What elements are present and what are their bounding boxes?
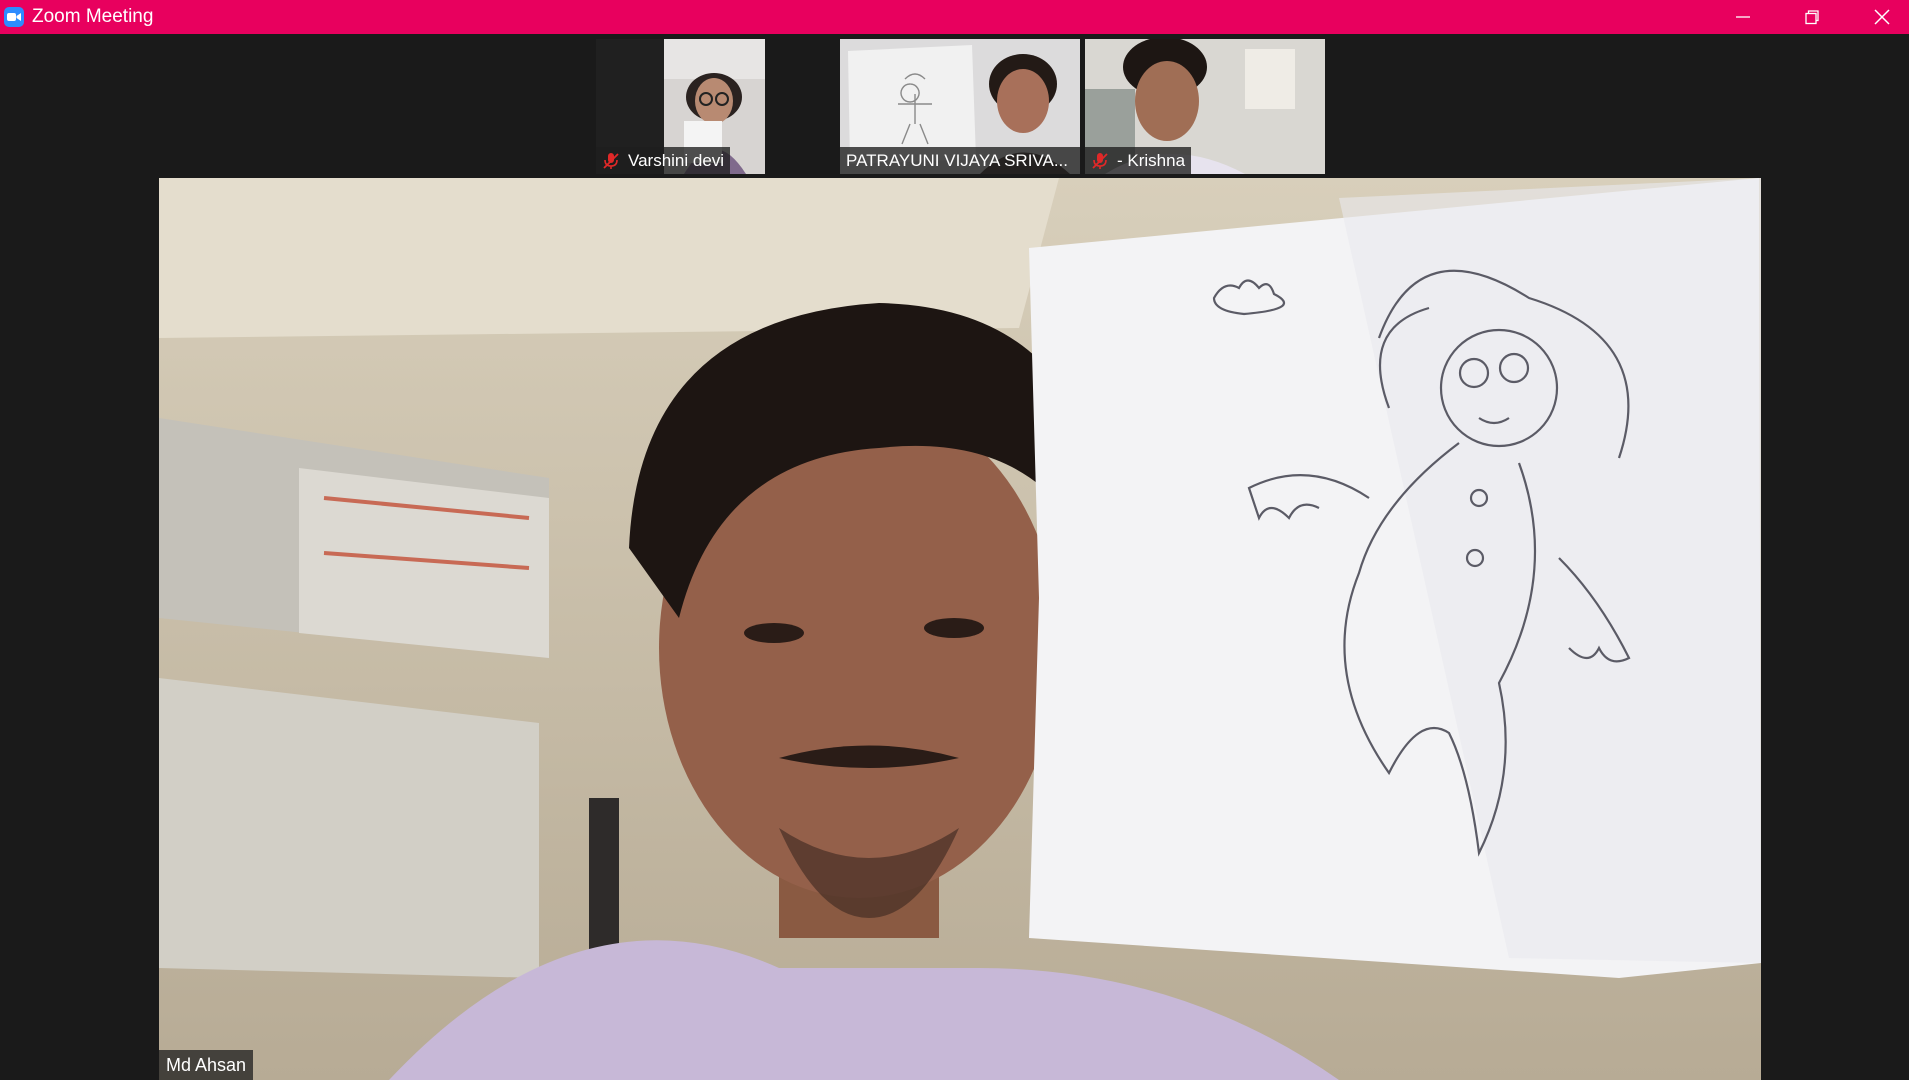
participant-name: PATRAYUNI VIJAYA SRIVA... [846,151,1068,170]
restore-button[interactable] [1782,0,1842,34]
minimize-button[interactable] [1713,0,1773,34]
participant-name-tag: Varshini devi [596,147,731,174]
close-button[interactable] [1852,0,1909,34]
participant-tile[interactable]: Varshini devi [596,39,765,174]
participant-name-tag: PATRAYUNI VIJAYA SRIVA... [840,147,1080,174]
active-speaker-video[interactable]: Md Ahsan [159,178,1761,1080]
active-speaker-name: Md Ahsan [159,1050,254,1080]
muted-microphone-icon [1092,152,1108,169]
window-title: Zoom Meeting [32,6,154,27]
participant-tile[interactable]: PATRAYUNI VIJAYA SRIVA... [840,39,1080,174]
participant-name: Varshini devi [628,151,725,170]
title-bar: Zoom Meeting [0,0,1909,34]
speaker-video-frame [159,178,1761,1080]
close-icon [1874,9,1890,25]
restore-icon [1805,10,1819,25]
muted-microphone-icon [603,152,619,169]
participant-name: - Krishna [1117,151,1186,170]
participant-tile[interactable]: - Krishna [1085,39,1325,174]
participant-name-tag: - Krishna [1085,147,1192,174]
minimize-icon [1736,16,1750,18]
meeting-stage: Varshini devi PATRAYUNI VIJAYA SRIVA... [0,34,1909,1080]
zoom-camera-icon [4,7,24,27]
